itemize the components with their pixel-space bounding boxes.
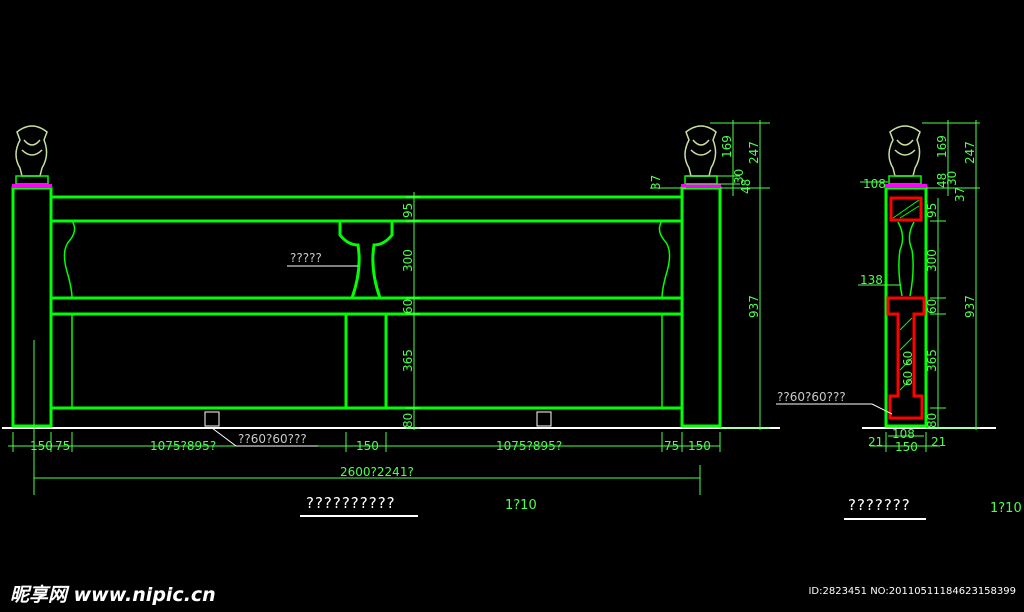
dim-span-right: 1075?895?: [496, 439, 562, 453]
rdim-937: 937: [747, 295, 761, 318]
left-finial: [15, 125, 49, 185]
sdim-60-inner2: 60: [901, 371, 915, 386]
section-note-leader: [776, 403, 893, 415]
sdim-37: 37: [953, 187, 967, 202]
section-vase: [897, 221, 915, 297]
section-scale: 1?10: [990, 501, 1022, 516]
section-cap: [885, 184, 927, 188]
sdim-365: 365: [925, 349, 939, 372]
dim-75-left: 75: [55, 439, 70, 453]
dim-150-left: 150: [30, 439, 53, 453]
sdim-80: 80: [925, 413, 939, 428]
sdim-108-top: 108: [863, 177, 886, 191]
post-note: ??60?60???: [238, 432, 307, 446]
drain-block-right: [536, 411, 552, 427]
sdim-21-right: 21: [931, 435, 946, 449]
dim-150-right: 150: [688, 439, 711, 453]
sdim-300: 300: [925, 249, 939, 272]
right-finial: [684, 125, 718, 185]
rdim-48: 48: [739, 179, 753, 194]
left-post-cap: [12, 184, 52, 188]
right-post-cap: [681, 184, 721, 188]
panel-end-curves: [63, 220, 671, 299]
vase-baluster: [338, 221, 394, 299]
vdim-95: 95: [401, 203, 415, 218]
watermark: 昵享网 www.nipic.cn: [10, 584, 216, 606]
rdim-37: 37: [649, 175, 663, 190]
sdim-937: 937: [963, 295, 977, 318]
sdim-247: 247: [963, 141, 977, 164]
vdim-80: 80: [401, 413, 415, 428]
elevation-title: ??????????: [306, 494, 396, 512]
vase-note: ?????: [290, 251, 322, 265]
dim-150-mid: 150: [356, 439, 379, 453]
elevation-scale: 1?10: [505, 498, 537, 513]
right-post: [680, 186, 722, 428]
left-post: [11, 186, 53, 428]
sdim-60: 60: [925, 299, 939, 314]
dim-total: 2600?2241?: [340, 465, 414, 479]
image-id: ID:2823451 NO:20110511184623158399: [808, 586, 1016, 597]
rdim-169: 169: [720, 135, 734, 158]
cad-drawing: 150 75 1075?895? 150 1075?895? 75 150 26…: [2, 120, 1022, 520]
section-title: ???????: [848, 496, 911, 514]
sdim-108-bottom: 108: [892, 427, 915, 441]
vdim-60: 60: [401, 299, 415, 314]
section-post: [884, 186, 928, 428]
sdim-60-inner: 60: [901, 351, 915, 366]
section-note: ??60?60???: [777, 390, 846, 404]
sdim-30: 30: [945, 171, 959, 186]
right-vertical-dims: [650, 120, 770, 430]
vdim-365: 365: [401, 349, 415, 372]
dim-span-left: 1075?895?: [150, 439, 216, 453]
rdim-247: 247: [747, 141, 761, 164]
sdim-21-left: 21: [868, 435, 883, 449]
vdim-300: 300: [401, 249, 415, 272]
elevation-view: 150 75 1075?895? 150 1075?895? 75 150 26…: [2, 120, 780, 517]
sdim-150: 150: [895, 440, 918, 454]
sdim-95: 95: [925, 203, 939, 218]
section-view: 108 138 95 300 60 365 80 169 247 48 30 3…: [776, 120, 1022, 520]
section-finial: [888, 125, 922, 185]
rails: [49, 195, 684, 410]
sdim-169: 169: [935, 135, 949, 158]
sdim-138: 138: [860, 273, 883, 287]
drain-block-left: [204, 411, 220, 427]
dim-75-right: 75: [664, 439, 679, 453]
